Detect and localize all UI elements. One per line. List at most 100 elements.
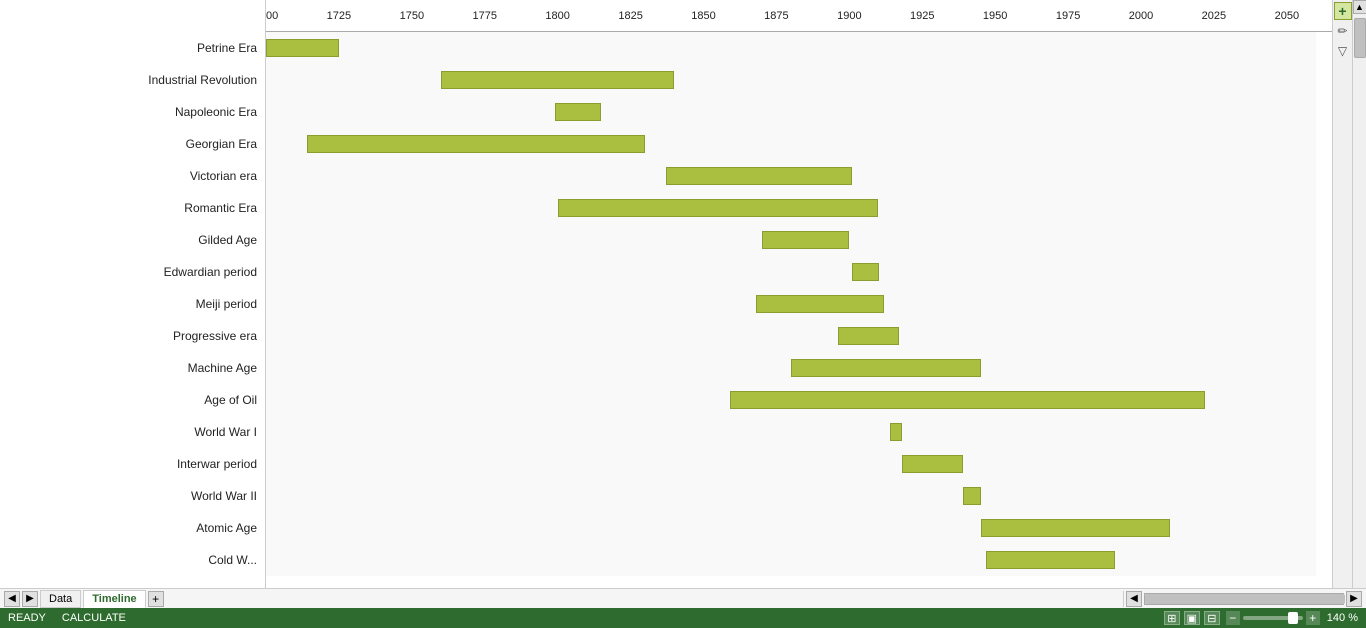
scroll-thumb[interactable] — [1354, 18, 1366, 58]
bar-row-15 — [266, 512, 1316, 544]
row-label-0: Petrine Era — [0, 32, 265, 64]
axis-label-2025: 2025 — [1202, 0, 1226, 32]
row-label-16: Cold W... — [0, 544, 265, 576]
bar-row-13 — [266, 448, 1316, 480]
tab-timeline[interactable]: Timeline — [83, 590, 145, 608]
bar-12 — [890, 423, 902, 441]
axis-tick-1800: 1800 — [545, 0, 569, 32]
bar-1 — [441, 71, 674, 89]
axis-label-1900: 1900 — [837, 0, 861, 32]
zoom-in-button[interactable]: + — [1306, 611, 1320, 625]
edit-icon[interactable]: ✏ — [1334, 22, 1352, 40]
row-label-5: Romantic Era — [0, 192, 265, 224]
right-side-panel: + ✏ ▽ — [1332, 0, 1352, 588]
axis-tick-2000: 2000 — [1129, 0, 1153, 32]
bar-4 — [666, 167, 853, 185]
bar-row-16 — [266, 544, 1316, 576]
axis-label-1750: 1750 — [400, 0, 424, 32]
bar-row-1 — [266, 64, 1316, 96]
scroll-up-arrow[interactable]: ▲ — [1353, 0, 1366, 14]
h-scroll-track[interactable] — [1144, 593, 1344, 605]
zoom-level: 140 % — [1327, 612, 1358, 624]
bar-9 — [838, 327, 899, 345]
row-label-11: Age of Oil — [0, 384, 265, 416]
bar-row-7 — [266, 256, 1316, 288]
page-break-icon[interactable]: ⊟ — [1204, 611, 1220, 625]
row-label-14: World War II — [0, 480, 265, 512]
sheet-nav-prev[interactable]: ◀ — [4, 591, 20, 607]
chart-area: 1700 1725 1750 1775 1800 1825 1850 1875 1900 1925… — [265, 0, 1332, 588]
row-label-15: Atomic Age — [0, 512, 265, 544]
page-view-icon[interactable]: ▣ — [1184, 611, 1200, 625]
grid-and-bars — [266, 32, 1316, 576]
bar-2 — [555, 103, 602, 121]
view-icons: ⊞ ▣ ⊟ — [1164, 611, 1220, 625]
grid-view-icon[interactable]: ⊞ — [1164, 611, 1180, 625]
zoom-controls: − + 140 % — [1226, 611, 1358, 625]
chart-scroll-area: Petrine EraIndustrial RevolutionNapoleon… — [0, 0, 1366, 588]
axis-tick-2050: 2050 — [1275, 0, 1299, 32]
axis-label-1700: 1700 — [266, 0, 278, 32]
bar-15 — [981, 519, 1171, 537]
tab-data[interactable]: Data — [40, 590, 81, 608]
axis-header: 1700 1725 1750 1775 1800 1825 1850 1875 1900 1925… — [266, 0, 1332, 32]
axis-tick-1825: 1825 — [618, 0, 642, 32]
filter-icon[interactable]: ▽ — [1334, 42, 1352, 60]
bar-row-10 — [266, 352, 1316, 384]
row-label-12: World War I — [0, 416, 265, 448]
h-scroll-thumb[interactable] — [1145, 594, 1345, 604]
bar-row-12 — [266, 416, 1316, 448]
row-label-4: Victorian era — [0, 160, 265, 192]
axis-label-1950: 1950 — [983, 0, 1007, 32]
row-label-1: Industrial Revolution — [0, 64, 265, 96]
bar-13 — [902, 455, 963, 473]
axis-label-1725: 1725 — [327, 0, 351, 32]
tabs-container: DataTimeline — [40, 590, 146, 608]
add-sheet-button[interactable]: + — [148, 591, 164, 607]
row-label-7: Edwardian period — [0, 256, 265, 288]
vertical-scrollbar[interactable]: ▲ — [1352, 0, 1366, 588]
axis-label-1925: 1925 — [910, 0, 934, 32]
axis-tick-1925: 1925 — [910, 0, 934, 32]
add-icon[interactable]: + — [1334, 2, 1352, 20]
bar-row-11 — [266, 384, 1316, 416]
sheet-nav-next[interactable]: ▶ — [22, 591, 38, 607]
status-ready: READY — [8, 612, 46, 624]
top-btn-panel: + ✏ ▽ — [1333, 0, 1352, 60]
axis-label-1975: 1975 — [1056, 0, 1080, 32]
bar-row-14 — [266, 480, 1316, 512]
left-labels: Petrine EraIndustrial RevolutionNapoleon… — [0, 0, 265, 588]
h-scroll-left[interactable]: ◀ — [1126, 591, 1142, 607]
status-calculate: CALCULATE — [62, 612, 126, 624]
bar-7 — [852, 263, 878, 281]
row-label-6: Gilded Age — [0, 224, 265, 256]
axis-tick-1725: 1725 — [327, 0, 351, 32]
bar-14 — [963, 487, 981, 505]
bar-row-2 — [266, 96, 1316, 128]
axis-tick-1875: 1875 — [764, 0, 788, 32]
status-right: ⊞ ▣ ⊟ − + 140 % — [1164, 611, 1358, 625]
axis-tick-1850: 1850 — [691, 0, 715, 32]
zoom-slider[interactable] — [1243, 616, 1303, 620]
bar-8 — [756, 295, 884, 313]
zoom-slider-thumb[interactable] — [1288, 612, 1298, 624]
bar-16 — [986, 551, 1114, 569]
zoom-out-button[interactable]: − — [1226, 611, 1240, 625]
axis-label-2000: 2000 — [1129, 0, 1153, 32]
h-scroll-right[interactable]: ▶ — [1346, 591, 1362, 607]
row-label-13: Interwar period — [0, 448, 265, 480]
axis-tick-1775: 1775 — [473, 0, 497, 32]
row-label-2: Napoleonic Era — [0, 96, 265, 128]
row-label-8: Meiji period — [0, 288, 265, 320]
status-bar: READY CALCULATE ⊞ ▣ ⊟ − + 140 % — [0, 608, 1366, 628]
h-scroll-area: ◀ ▶ — [1123, 591, 1362, 607]
bar-3 — [307, 135, 645, 153]
status-left: READY CALCULATE — [8, 612, 126, 624]
axis-label-1825: 1825 — [618, 0, 642, 32]
axis-label-1875: 1875 — [764, 0, 788, 32]
axis-label-1800: 1800 — [545, 0, 569, 32]
bar-11 — [730, 391, 1205, 409]
bar-row-3 — [266, 128, 1316, 160]
bar-row-5 — [266, 192, 1316, 224]
axis-tick-1975: 1975 — [1056, 0, 1080, 32]
